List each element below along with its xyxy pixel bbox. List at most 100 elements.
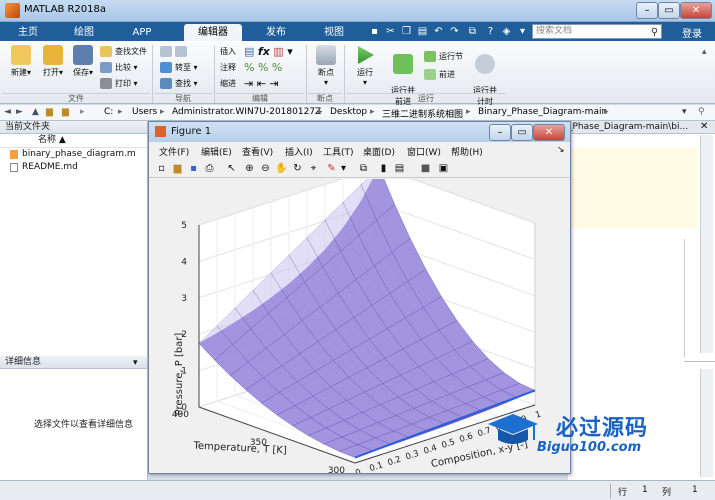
editor-scrollbar[interactable]: [700, 135, 713, 353]
search-input[interactable]: 搜索文档: [532, 24, 662, 39]
search-path-icon[interactable]: ⚲: [698, 107, 705, 117]
indent-button[interactable]: 缩进: [220, 78, 236, 89]
data-cursor-icon[interactable]: ⌖: [307, 162, 320, 175]
link-plot-icon[interactable]: ⧉: [357, 162, 370, 175]
find-button[interactable]: 查找 ▾: [160, 78, 198, 89]
hide-plot-tools-icon[interactable]: ■: [419, 162, 432, 175]
figure-minimize-button[interactable]: –: [489, 124, 511, 141]
up-folder-icon[interactable]: ▲: [32, 107, 39, 117]
insert-function-icon[interactable]: ▥: [273, 45, 283, 58]
menu-view[interactable]: 查看(V): [242, 145, 273, 158]
increase-indent-icon[interactable]: ⇤: [257, 77, 266, 90]
path-dropdown-icon[interactable]: ▾: [682, 107, 687, 117]
breakpoints-button[interactable]: 断点 ▾: [312, 45, 340, 87]
insert-colorbar-icon[interactable]: ▮: [377, 162, 390, 175]
toolbar-menu-icon[interactable]: ▾: [516, 25, 529, 38]
browse-folder-icon[interactable]: ▆: [46, 107, 53, 117]
path-segment[interactable]: C:: [104, 107, 113, 117]
close-button[interactable]: ✕: [680, 2, 712, 19]
decrease-indent-icon[interactable]: ⇥: [269, 77, 278, 90]
run-section-button[interactable]: 运行节: [424, 51, 463, 62]
save-icon[interactable]: ▪: [368, 25, 381, 38]
menu-desktop[interactable]: 桌面(D): [363, 145, 395, 158]
browse-folder-icon[interactable]: ▆: [62, 107, 69, 117]
file-item[interactable]: README.md: [0, 161, 147, 174]
edit-plot-icon[interactable]: ↖: [225, 162, 238, 175]
editor-close-icon[interactable]: ✕: [700, 121, 708, 132]
comment-percent-icon[interactable]: %: [244, 61, 254, 74]
figure-close-button[interactable]: ✕: [533, 124, 565, 141]
maximize-button[interactable]: ▭: [658, 2, 680, 19]
tab-plots[interactable]: 绘图: [62, 24, 106, 41]
zoom-in-icon[interactable]: ⊕: [243, 162, 256, 175]
name-column-header[interactable]: 名称 ▲: [0, 134, 147, 148]
comment-button[interactable]: 注释: [220, 62, 236, 73]
figure-maximize-button[interactable]: ▭: [511, 124, 533, 141]
goto-button[interactable]: 转至 ▾: [160, 62, 198, 73]
compare-button[interactable]: 比较 ▾: [100, 62, 138, 73]
copy-icon[interactable]: ❐: [400, 25, 413, 38]
save-button[interactable]: 保存▾: [68, 45, 98, 78]
login-link[interactable]: 登录: [682, 25, 702, 40]
open-file-icon[interactable]: ▆: [171, 162, 184, 175]
forward-arrow-icon[interactable]: ►: [16, 107, 23, 117]
tab-publish[interactable]: 发布: [254, 24, 298, 41]
find-files-button[interactable]: 查找文件: [100, 46, 147, 57]
insert-button[interactable]: 插入: [220, 46, 236, 57]
pan-icon[interactable]: ✋: [275, 162, 288, 175]
path-segment[interactable]: Desktop: [330, 107, 367, 117]
tab-apps[interactable]: APP: [120, 24, 164, 41]
search-icon[interactable]: ⚲: [648, 26, 661, 39]
smart-indent-icon[interactable]: ⇥: [244, 77, 253, 90]
command-scrollbar[interactable]: [700, 369, 713, 477]
tab-home[interactable]: 主页: [6, 24, 50, 41]
undo-icon[interactable]: ↶: [432, 25, 445, 38]
path-segment[interactable]: Users: [132, 107, 157, 117]
path-segment[interactable]: Binary_Phase_Diagram-main: [478, 107, 607, 117]
show-plot-tools-icon[interactable]: ▣: [437, 162, 450, 175]
insert-legend-icon[interactable]: ▤: [393, 162, 406, 175]
search-dropdown[interactable]: [666, 24, 670, 39]
help-icon[interactable]: ?: [484, 25, 497, 38]
back-arrow-icon[interactable]: ◄: [4, 107, 11, 117]
collapse-ribbon-icon[interactable]: ▴: [702, 47, 707, 57]
new-button[interactable]: 新建▾: [6, 45, 36, 78]
new-figure-icon[interactable]: ▫: [155, 162, 168, 175]
menu-insert[interactable]: 插入(I): [285, 145, 313, 158]
edit-icons-row3[interactable]: ⇥ ⇤ ⇥: [244, 77, 279, 90]
brush-dropdown-icon[interactable]: ▾: [337, 162, 350, 175]
save-figure-icon[interactable]: ▪: [187, 162, 200, 175]
minimize-button[interactable]: –: [636, 2, 658, 19]
menu-window[interactable]: 窗口(W): [407, 145, 441, 158]
menu-help[interactable]: 帮助(H): [451, 145, 483, 158]
zoom-out-icon[interactable]: ⊖: [259, 162, 272, 175]
open-button[interactable]: 打开▾: [38, 45, 68, 78]
menu-tools[interactable]: 工具(T): [323, 145, 354, 158]
redo-icon[interactable]: ↷: [448, 25, 461, 38]
insert-section-icon[interactable]: ▤: [244, 45, 254, 58]
fx-icon[interactable]: fx: [258, 45, 270, 58]
print-figure-icon[interactable]: ⎙: [203, 162, 216, 175]
paste-icon[interactable]: ▤: [416, 25, 429, 38]
community-icon[interactable]: ◈: [500, 25, 513, 38]
rotate-3d-icon[interactable]: ↻: [291, 162, 304, 175]
file-item[interactable]: binary_phase_diagram.m: [0, 148, 147, 161]
edit-icons-row2[interactable]: % % %: [244, 61, 282, 74]
details-expand-icon[interactable]: ▾: [133, 358, 138, 368]
uncomment-percent-icon[interactable]: %: [258, 61, 268, 74]
menu-file[interactable]: 文件(F): [159, 145, 189, 158]
menu-edit[interactable]: 编辑(E): [201, 145, 232, 158]
wrap-comment-icon[interactable]: %: [272, 61, 282, 74]
tab-view[interactable]: 视图: [312, 24, 356, 41]
path-segment[interactable]: 三维二进制系统相图: [382, 107, 463, 120]
menubar-dock-icon[interactable]: ↘: [557, 145, 565, 155]
edit-icons-row1[interactable]: ▤ fx ▥ ▾: [244, 45, 293, 58]
path-segment[interactable]: Administrator.WIN7U-20180127Z: [172, 107, 321, 117]
tab-editor[interactable]: 编辑器: [184, 24, 242, 41]
run-button[interactable]: 运行 ▾: [350, 45, 380, 87]
back-forward-nav[interactable]: [160, 46, 190, 57]
print-button[interactable]: 打印 ▾: [100, 78, 138, 89]
switch-windows-icon[interactable]: ⧉: [466, 25, 479, 38]
cut-icon[interactable]: ✂: [384, 25, 397, 38]
advance-button[interactable]: 前进: [424, 69, 455, 80]
